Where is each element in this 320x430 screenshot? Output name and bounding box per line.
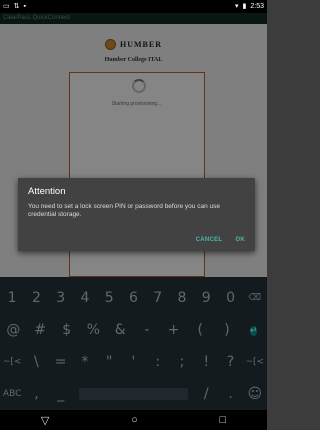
dialog-message: You need to set a lock screen PIN or pas… [28,203,220,218]
ok-button[interactable]: OK [235,237,245,243]
dialog-title: Attention [28,186,66,197]
cancel-button[interactable]: CANCEL [196,237,223,243]
status-bar: ▭ ⇅ ▪ ▾ ▮ 2:53 [0,0,267,13]
recents-icon[interactable]: □ [219,414,226,426]
screen-icon: ▭ [3,3,10,10]
wifi-icon: ▾ [235,3,239,10]
home-icon[interactable]: ○ [131,414,138,426]
battery-icon: ▮ [242,3,247,10]
signal-icon: ⇅ [13,3,20,10]
attention-dialog: Attention You need to set a lock screen … [18,178,255,251]
back-icon[interactable]: ▽ [41,414,49,427]
clock: 2:53 [250,3,264,10]
navigation-bar: ▽ ○ □ [0,410,267,430]
image-icon: ▪ [23,3,26,10]
dialog-actions: CANCEL OK [196,237,245,243]
